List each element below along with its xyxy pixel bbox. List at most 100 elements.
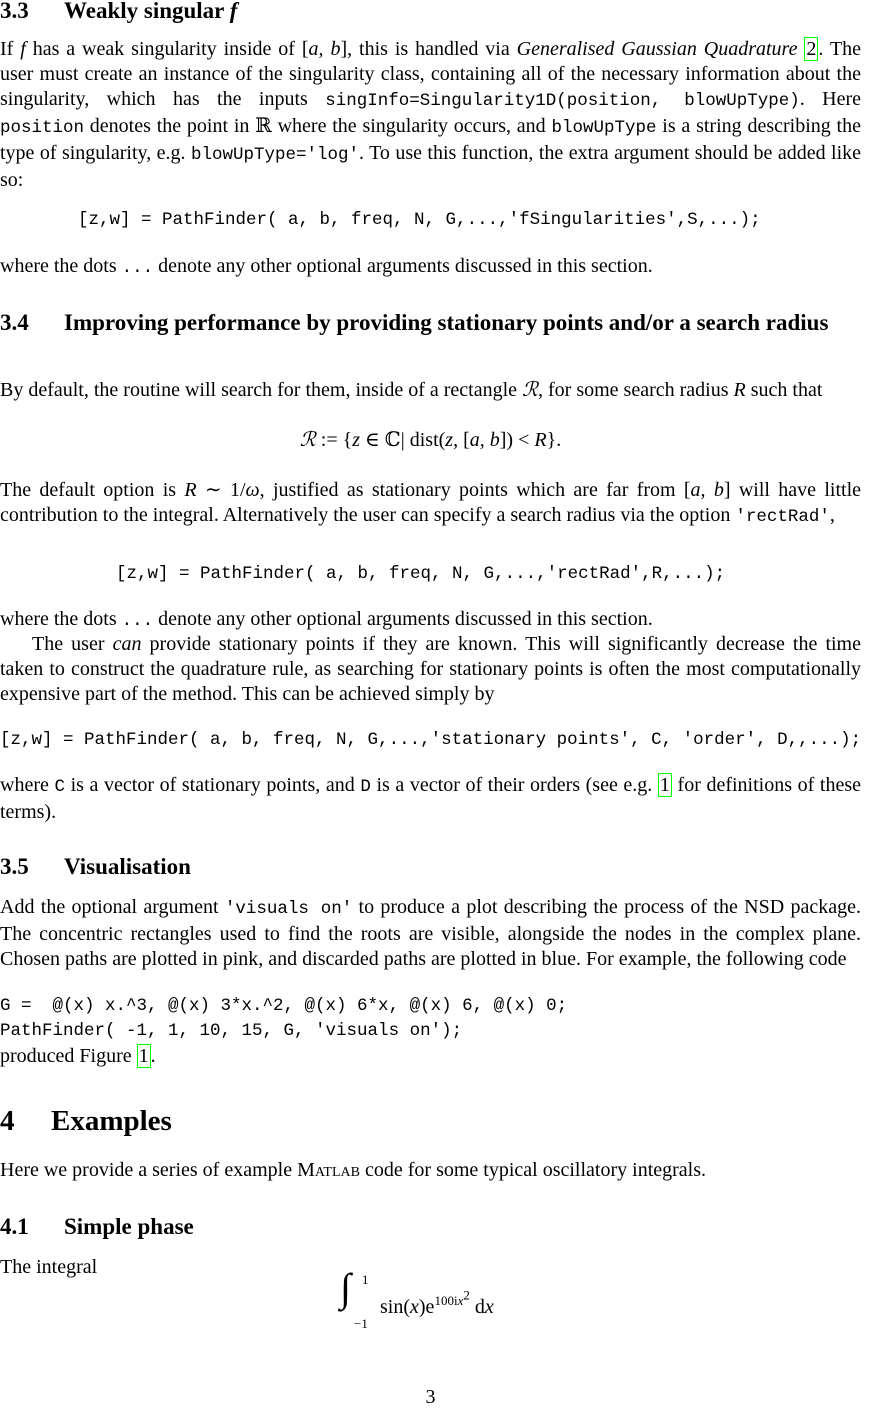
citation-link[interactable]: 1 — [136, 1044, 151, 1068]
inline-code: 'visuals on' — [224, 899, 353, 919]
text-run: , — [829, 504, 835, 526]
text-run: code for some typical oscillatory integr… — [360, 1159, 707, 1181]
text-run: where — [0, 774, 55, 796]
integrand: sin(x)e100ix2 dx — [380, 1288, 494, 1319]
text-run: denote any other optional arguments disc… — [153, 255, 653, 277]
lower-limit: −1 — [354, 1316, 368, 1331]
section-number: 3.5 — [0, 854, 29, 879]
text-run: , [ — [453, 429, 470, 451]
inline-math: a, b — [469, 429, 500, 451]
inline-code: blowUpType='log' — [190, 145, 359, 165]
inline-math: z — [445, 429, 454, 451]
inline-code: C — [54, 777, 65, 797]
text-run: }. — [546, 429, 562, 451]
inline-code: ... — [121, 611, 154, 631]
inline-math: R — [184, 479, 197, 501]
inline-math: R — [733, 379, 746, 401]
section-heading-3-3: 3.3 Weakly singular f — [0, 0, 861, 25]
inline-code: ... — [121, 258, 154, 278]
section-title: Weakly singular — [64, 0, 230, 23]
code-line: [z,w] = PathFinder( a, b, freq, N, G,...… — [0, 730, 862, 750]
paragraph: The integral — [0, 1255, 861, 1280]
func: sin( — [380, 1295, 410, 1318]
code-line: [z,w] = PathFinder( a, b, freq, N, G,...… — [116, 564, 726, 584]
text-run: is a vector of their orders (see e.g. — [370, 774, 658, 796]
page-number: 3 — [425, 1386, 436, 1408]
inline-math: a, b — [308, 38, 341, 60]
exp-text: 100i — [434, 1293, 458, 1309]
section-title: Simple phase — [64, 1214, 194, 1239]
code-line: PathFinder( -1, 1, 10, 15, G, 'visuals o… — [0, 1021, 463, 1041]
inline-math: R — [534, 429, 547, 451]
exp-base: )e — [418, 1295, 435, 1318]
inline-math: ℛ — [299, 429, 316, 451]
inline-math: z — [352, 429, 360, 451]
text-run: ∈ ℂ| dist( — [360, 429, 446, 451]
text-run: The user — [32, 633, 113, 655]
text-run: Matlab — [297, 1159, 360, 1181]
section-title-math: f — [229, 0, 238, 23]
inline-code: position — [0, 118, 85, 138]
inline-math: a, b — [690, 479, 724, 501]
text-run: The integral — [0, 1256, 98, 1278]
upper-limit: 1 — [362, 1272, 369, 1287]
text-run: where the dots — [0, 608, 122, 630]
integral-sign: ∫ — [340, 1265, 351, 1310]
text-run: such that — [745, 379, 823, 401]
section-heading-3-4: 3.4 Improving performance by providing st… — [0, 308, 861, 337]
paragraph: If f has a weak singularity inside of [a… — [0, 37, 861, 193]
exponent: 100ix2 — [434, 1288, 469, 1309]
text-run: Add the optional argument — [0, 896, 225, 918]
section-number: 4.1 — [0, 1214, 29, 1239]
text-run: denotes the point in ℝ where the singula… — [84, 115, 552, 137]
var: x — [410, 1295, 419, 1318]
text-run: where the dots — [0, 255, 122, 277]
text-run: The default option is — [0, 479, 185, 501]
text-run: . Here — [799, 88, 861, 110]
inline-math: ℛ — [522, 379, 539, 401]
section-title: Examples — [51, 1105, 172, 1137]
citation-link[interactable]: 2 — [804, 37, 819, 61]
text-run: Here we provide a series of example — [0, 1159, 298, 1181]
paragraph: By default, the routine will search for … — [0, 378, 861, 403]
text-run: := { — [315, 429, 353, 451]
section-number: 4 — [0, 1105, 15, 1137]
paragraph: The user can provide stationary points i… — [0, 632, 861, 707]
text-run: . — [150, 1045, 156, 1067]
paragraph: The default option is R ∼ 1/ω, justified… — [0, 478, 861, 530]
inline-code: D — [360, 777, 371, 797]
inline-math: ω — [245, 479, 260, 501]
citation-link[interactable]: 1 — [657, 773, 672, 797]
section-heading-4: 4 Examples — [0, 1104, 861, 1138]
section-heading-3-5: 3.5 Visualisation — [0, 852, 861, 881]
text-run: is a vector of stationary points, and — [64, 774, 361, 796]
text-run: ], this is handled via — [340, 38, 517, 60]
code-line: G = @(x) x.^3, @(x) 3*x.^2, @(x) 6*x, @(… — [0, 996, 568, 1016]
text-run: denote any other optional arguments disc… — [153, 608, 653, 630]
section-title: Improving performance by providing stati… — [64, 310, 829, 335]
text-run: , justified as stationary points which a… — [259, 479, 691, 501]
paragraph: produced Figure 1. — [0, 1044, 861, 1069]
code-line: [z,w] = PathFinder( a, b, freq, N, G,...… — [78, 210, 761, 230]
text-run: ]) < — [499, 429, 535, 451]
section-title: Visualisation — [64, 854, 191, 879]
text-run: By default, the routine will search for … — [0, 379, 523, 401]
paragraph: where C is a vector of stationary points… — [0, 773, 861, 825]
text-run: produced Figure — [0, 1045, 137, 1067]
differential-var: x — [484, 1295, 494, 1318]
section-number: 3.4 — [0, 310, 29, 335]
section-heading-4-1: 4.1 Simple phase — [0, 1212, 861, 1241]
differential: d — [469, 1295, 485, 1318]
text-run: Generalised Gaussian Quadrature — [516, 38, 798, 60]
paragraph: Add the optional argument 'visuals on' t… — [0, 895, 861, 972]
paragraph: where the dots ... denote any other opti… — [0, 607, 861, 634]
paragraph: where the dots ... denote any other opti… — [0, 254, 861, 281]
section-number: 3.3 — [0, 0, 29, 23]
inline-code: singInfo=Singularity1D(position, blowUpT… — [325, 91, 800, 111]
text-run: If — [0, 38, 21, 60]
text-run: has a weak singularity inside of [ — [25, 38, 309, 60]
paragraph: Here we provide a series of example Matl… — [0, 1158, 861, 1183]
display-equation: ℛ := {z ∈ ℂ| dist(z, [a, b]) < R}. — [0, 428, 861, 453]
inline-code: blowUpType — [551, 118, 657, 138]
text-run: can — [112, 633, 142, 655]
